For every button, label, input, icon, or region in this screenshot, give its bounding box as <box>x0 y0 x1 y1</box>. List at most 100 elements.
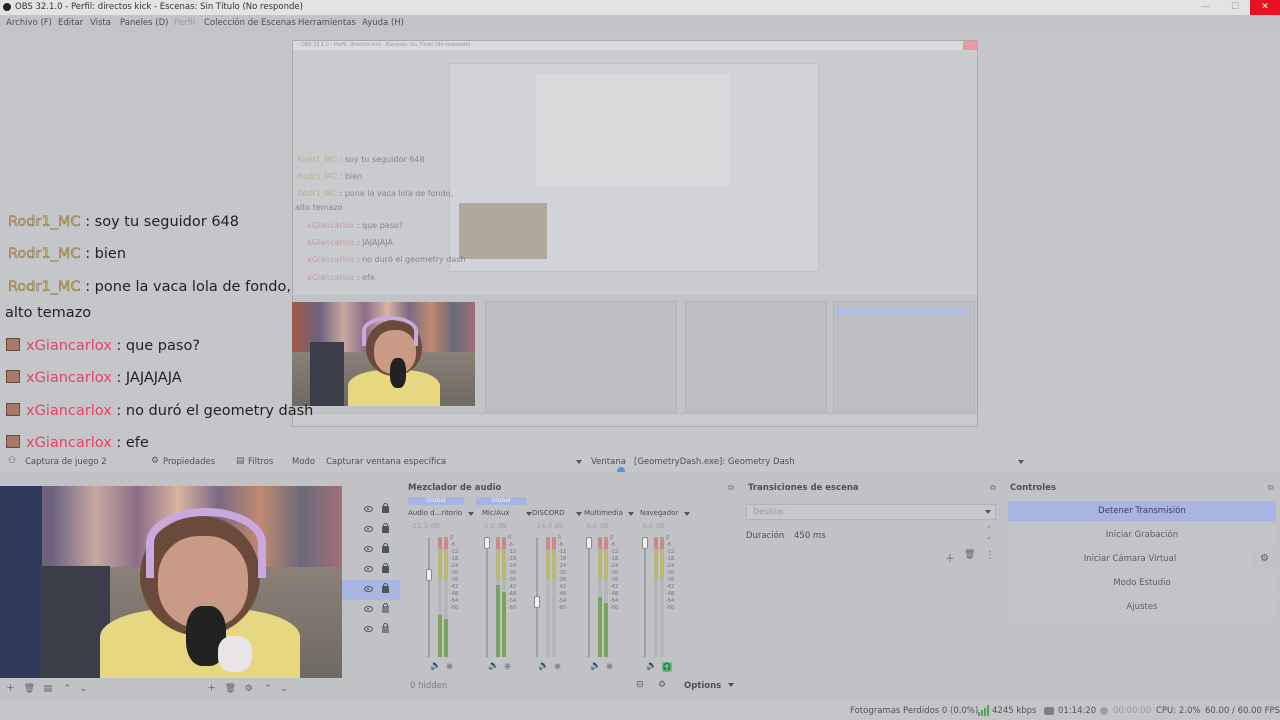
source-row[interactable] <box>342 600 400 620</box>
filters-icon[interactable]: ▤ <box>236 456 245 466</box>
chevron-down-icon[interactable] <box>684 512 690 516</box>
mixer-settings-icon[interactable]: ⚙ <box>658 680 666 690</box>
source-row[interactable] <box>342 500 400 520</box>
move-up-icon[interactable]: ⌃ <box>264 684 272 694</box>
mixer-tab[interactable]: Global <box>408 497 464 505</box>
filters-button[interactable]: Filtros <box>248 457 273 467</box>
add-source-icon[interactable]: ＋ <box>207 684 216 694</box>
maximize-button[interactable]: ☐ <box>1220 0 1250 15</box>
gear-icon[interactable]: ⚙ <box>151 456 159 466</box>
mode-select[interactable]: Capturar ventana específica <box>322 455 584 469</box>
record-time: 00:00:00 <box>1113 706 1152 716</box>
menu-paneles[interactable]: Paneles (D) <box>120 18 168 28</box>
volume-fader-knob[interactable] <box>534 596 540 609</box>
start-recording-button[interactable]: Iniciar Grabación <box>1008 525 1276 545</box>
stop-streaming-button[interactable]: Detener Transmisión <box>1008 501 1276 521</box>
source-row-selected[interactable] <box>342 580 400 600</box>
eye-icon[interactable] <box>364 606 373 612</box>
mute-speaker-icon[interactable]: 🔈 <box>646 661 657 671</box>
source-row[interactable] <box>342 540 400 560</box>
level-meter-clip <box>660 537 664 549</box>
volume-fader-track[interactable] <box>588 537 590 657</box>
lock-icon[interactable] <box>382 523 389 533</box>
menu-coleccion-escenas[interactable]: Colección de Escenas <box>204 18 296 28</box>
volume-fader-track[interactable] <box>486 537 488 657</box>
eye-icon[interactable] <box>364 506 373 512</box>
transition-select[interactable]: Deslizar <box>746 504 996 520</box>
chevron-down-icon[interactable] <box>628 512 634 516</box>
minimize-button[interactable]: — <box>1190 0 1220 15</box>
monitor-headphones-icon[interactable]: ⎈ <box>554 662 561 672</box>
close-button[interactable]: ✕ <box>1250 0 1280 15</box>
source-row[interactable] <box>342 520 400 540</box>
mute-speaker-icon[interactable]: 🔈 <box>488 661 499 671</box>
source-row[interactable] <box>342 620 400 640</box>
menu-herramientas[interactable]: Herramientas <box>298 18 356 28</box>
duration-input[interactable]: 450 ms <box>790 528 990 542</box>
mixer-tab[interactable]: Activo <box>638 497 688 505</box>
monitor-headphones-icon[interactable]: ⎈ <box>446 662 453 672</box>
virtual-camera-settings-icon[interactable]: ⚙ <box>1260 553 1269 564</box>
preview-canvas[interactable]: OBS 32.1.0 - Perfil: directos kick - Esc… <box>292 40 978 427</box>
start-virtual-camera-button[interactable]: Iniciar Cámara Virtual <box>1008 549 1252 569</box>
volume-fader-knob[interactable] <box>484 537 490 549</box>
mute-speaker-icon[interactable]: 🔈 <box>590 661 601 671</box>
remove-transition-icon[interactable]: 🗑 <box>964 550 975 560</box>
menu-archivo[interactable]: Archivo (F) <box>6 18 52 28</box>
volume-fader-track[interactable] <box>428 537 430 657</box>
mute-speaker-icon[interactable]: 🔈 <box>538 661 549 671</box>
studio-mode-button[interactable]: Modo Estudio <box>1008 573 1276 593</box>
chevron-down-icon[interactable] <box>468 512 474 516</box>
move-down-icon[interactable]: ⌄ <box>280 684 288 694</box>
menu-perfil[interactable]: Perfil <box>174 18 195 28</box>
duration-stepper[interactable]: ⌃ ⌄ <box>986 525 992 541</box>
mixer-layout-icon[interactable]: ⊟ <box>636 680 644 690</box>
lock-icon[interactable] <box>382 623 389 633</box>
more-options-icon[interactable]: ⋮ <box>985 550 995 561</box>
eye-icon[interactable] <box>364 626 373 632</box>
volume-fader-knob[interactable] <box>426 569 432 582</box>
dock-popout-icon[interactable]: ⧉ <box>1268 483 1274 493</box>
remove-source-icon[interactable]: 🗑 <box>225 684 236 694</box>
eye-icon[interactable] <box>364 566 373 572</box>
monitor-headphones-icon[interactable]: ⎈ <box>504 662 511 672</box>
menu-editar[interactable]: Editar <box>58 18 83 28</box>
mixer-tab[interactable]: Activo <box>582 497 632 505</box>
chevron-down-icon[interactable] <box>576 512 582 516</box>
lock-icon[interactable] <box>382 503 389 513</box>
volume-fader-track[interactable] <box>644 537 646 657</box>
add-transition-icon[interactable]: ＋ <box>945 550 955 565</box>
sources-list[interactable] <box>342 486 402 678</box>
properties-button[interactable]: Propiedades <box>163 457 215 467</box>
lock-icon[interactable] <box>382 583 389 593</box>
settings-button[interactable]: Ajustes <box>1008 597 1276 617</box>
window-select[interactable]: [GeometryDash.exe]: Geometry Dash <box>630 455 1026 469</box>
source-row[interactable] <box>342 560 400 580</box>
dock-popout-icon[interactable]: ⧉ <box>990 483 996 493</box>
scene-filters-icon[interactable]: ▤ <box>44 684 53 694</box>
mixer-options-button[interactable]: Options <box>684 681 735 691</box>
lock-icon[interactable] <box>382 543 389 553</box>
mixer-tab[interactable]: Global <box>476 497 526 505</box>
eye-icon[interactable] <box>364 586 373 592</box>
mute-speaker-icon[interactable]: 🔈 <box>430 661 441 671</box>
menu-vista[interactable]: Vista <box>90 18 111 28</box>
source-settings-icon[interactable]: ⚙ <box>245 684 253 694</box>
menu-ayuda[interactable]: Ayuda (H) <box>362 18 404 28</box>
eye-icon[interactable] <box>364 546 373 552</box>
monitor-headphones-icon[interactable]: 🎧 <box>662 662 672 672</box>
move-up-icon[interactable]: ⌃ <box>64 684 72 694</box>
remove-scene-icon[interactable]: 🗑 <box>24 684 35 694</box>
captured-close-icon <box>963 41 977 50</box>
move-down-icon[interactable]: ⌄ <box>80 684 88 694</box>
monitor-headphones-icon[interactable]: ⎈ <box>606 662 613 672</box>
lock-icon[interactable] <box>382 563 389 573</box>
eye-icon[interactable] <box>364 526 373 532</box>
level-meter-warn <box>444 549 448 579</box>
dock-popout-icon[interactable]: ⧉ <box>728 483 734 493</box>
volume-fader-knob[interactable] <box>642 537 648 549</box>
mixer-tab[interactable]: Activo <box>528 497 578 505</box>
volume-fader-knob[interactable] <box>586 537 592 549</box>
add-scene-icon[interactable]: ＋ <box>6 684 15 694</box>
lock-icon[interactable] <box>382 603 389 613</box>
